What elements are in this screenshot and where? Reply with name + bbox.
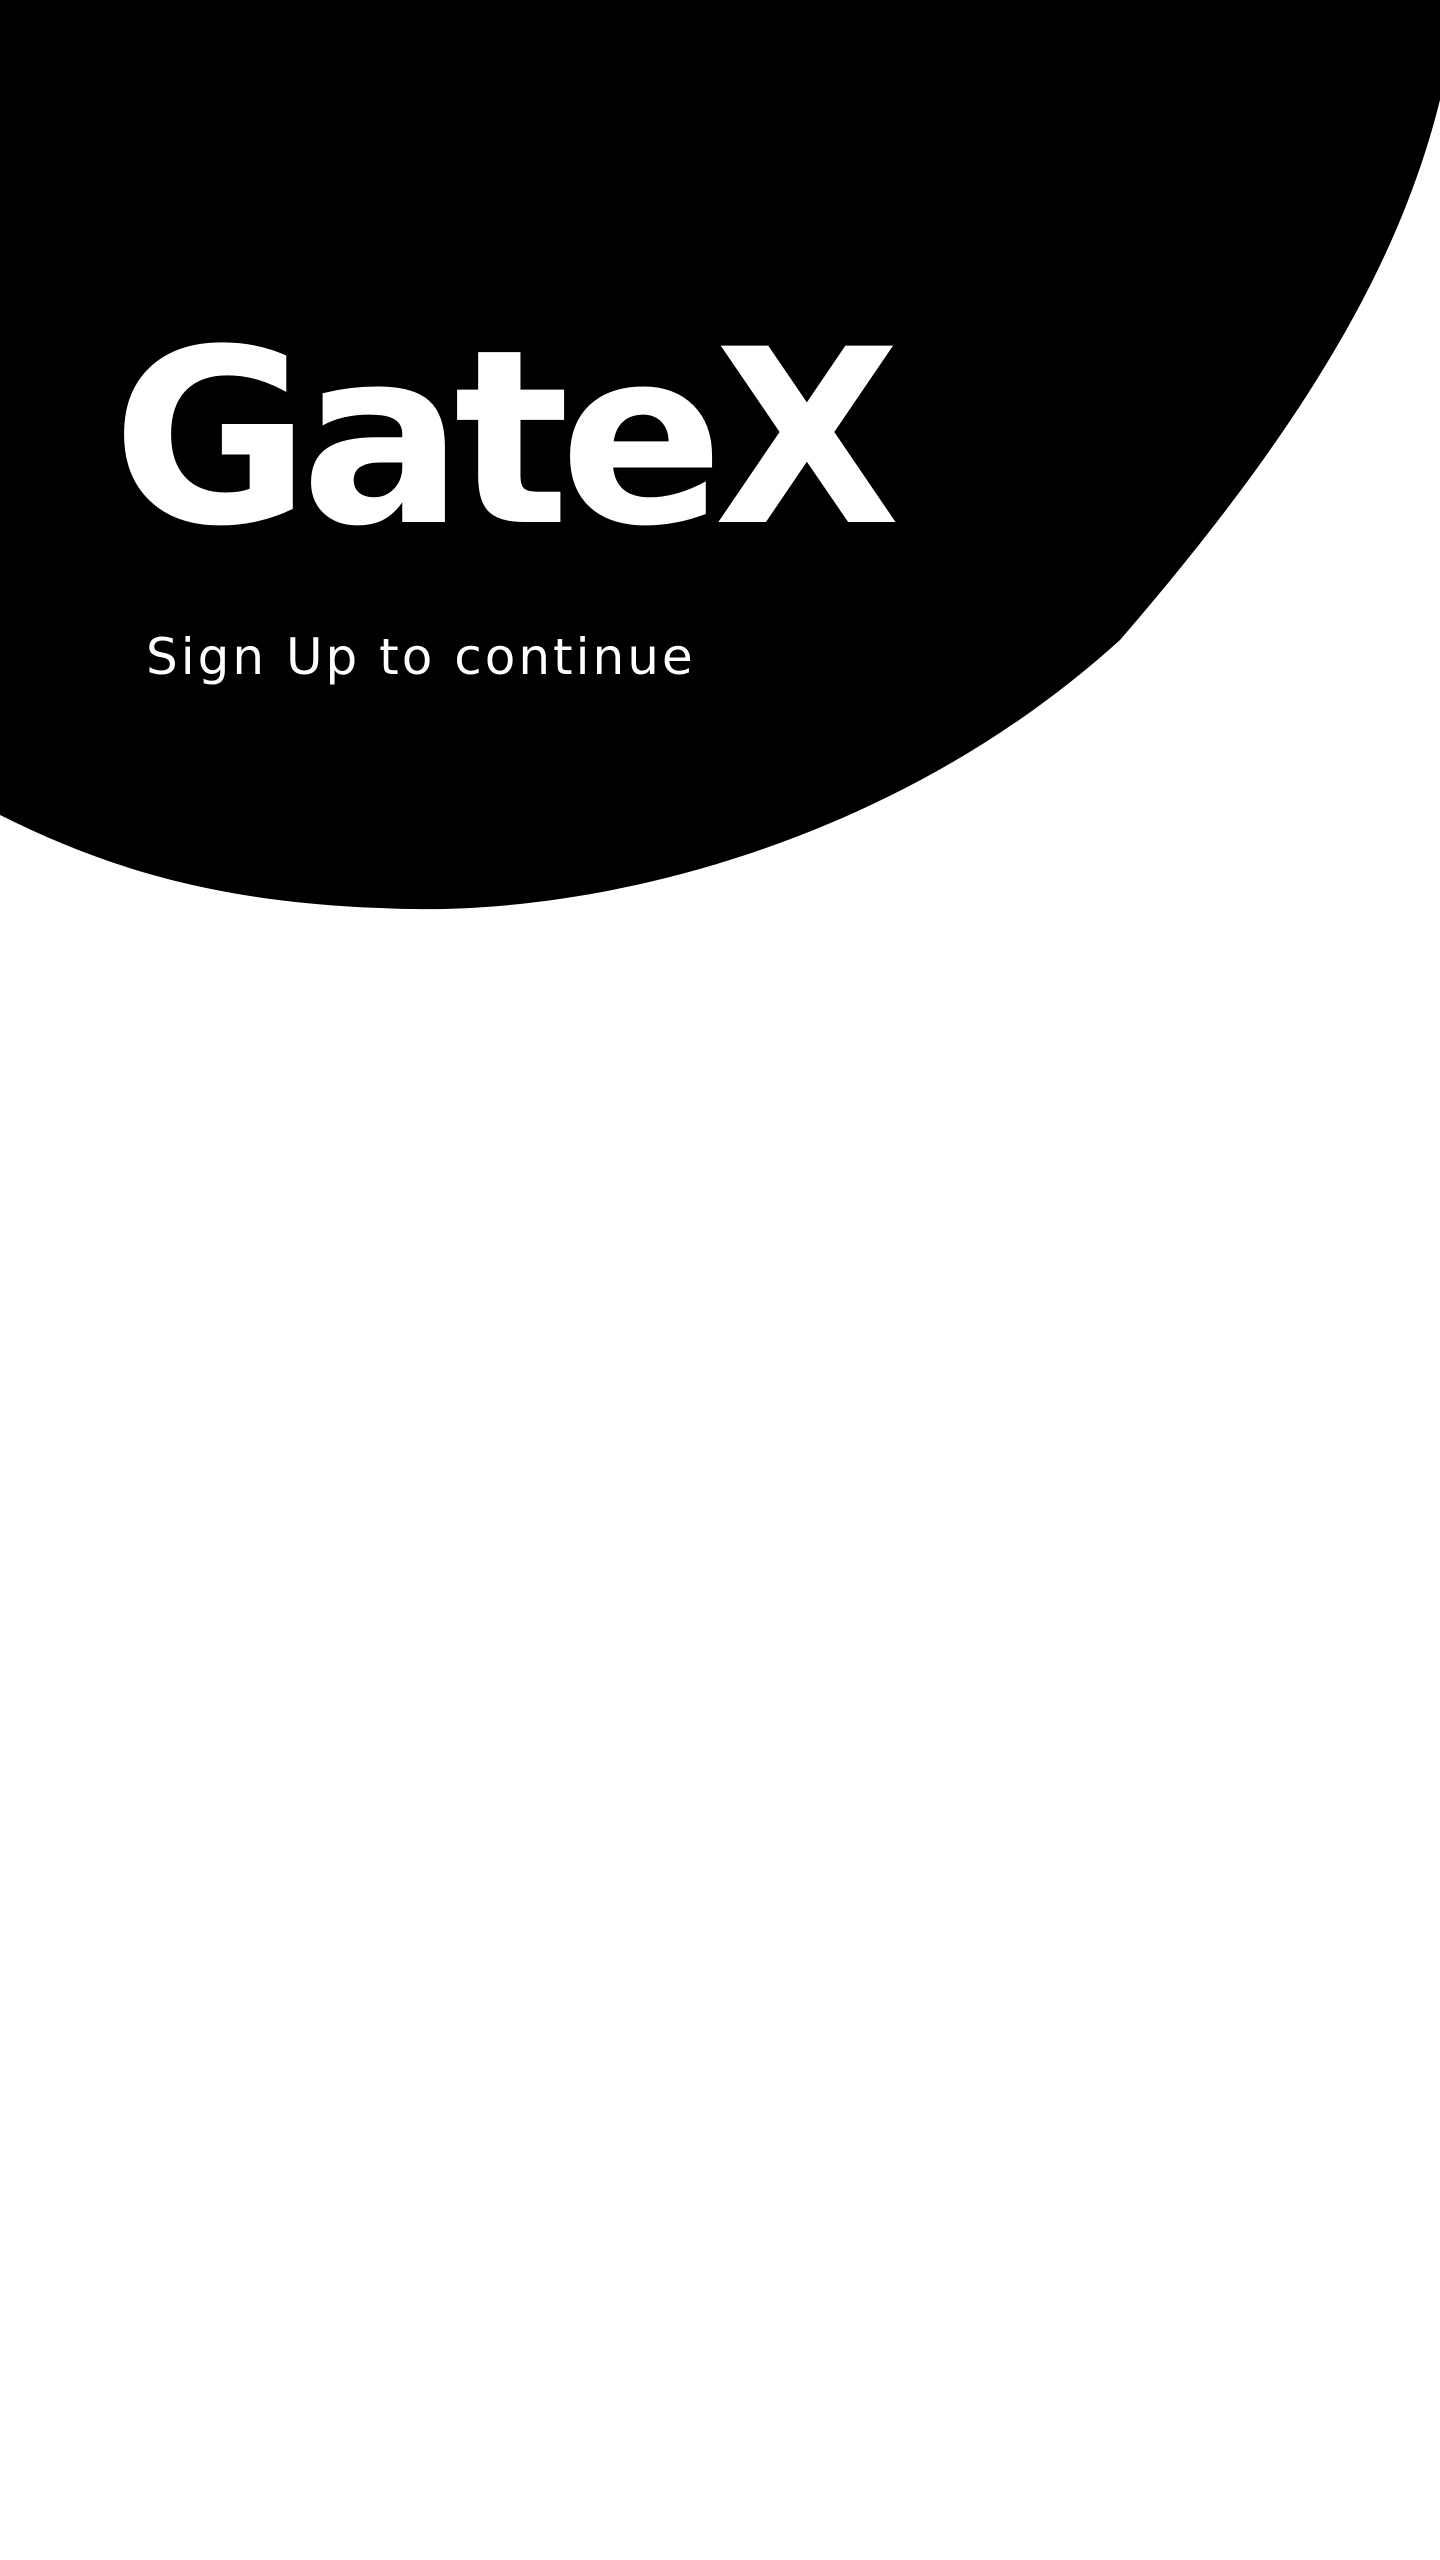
sign-up-subtitle: Sign Up to continue [146,628,696,686]
page-body [0,920,1440,2560]
brand-logo: GateX [112,298,900,580]
